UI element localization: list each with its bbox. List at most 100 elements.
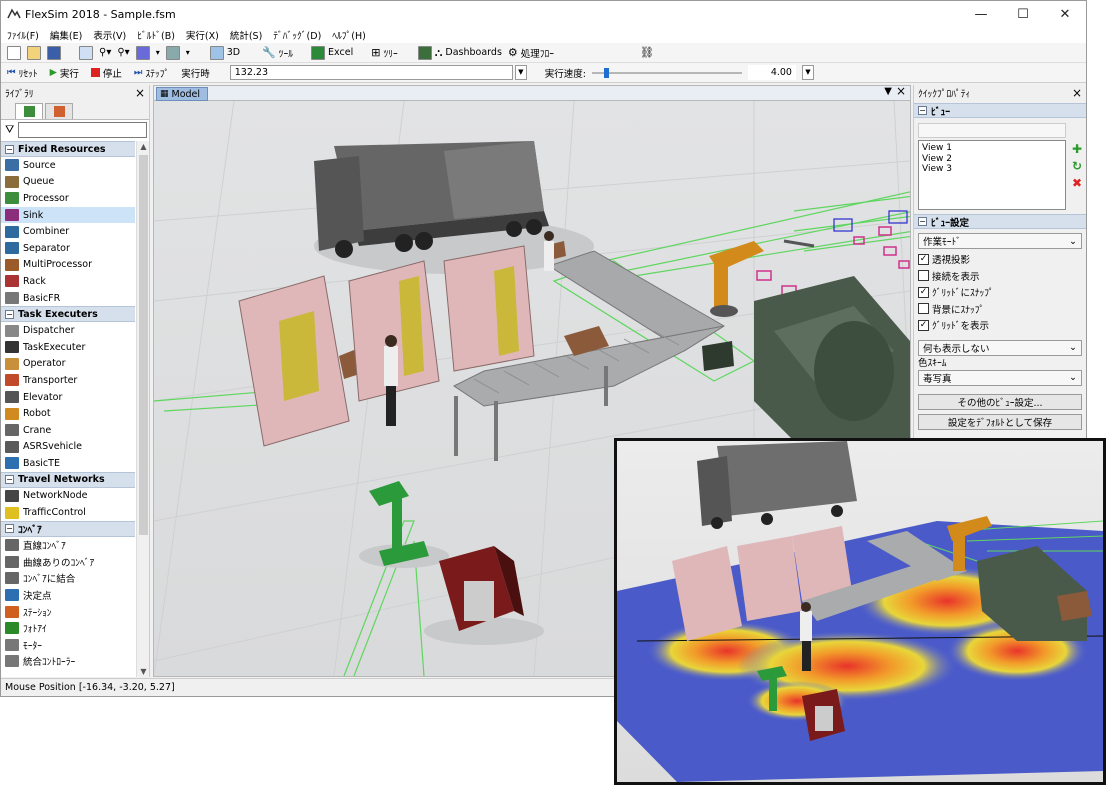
collapse-toggle-icon[interactable]: − bbox=[5, 524, 14, 534]
view-list-item[interactable]: View 3 bbox=[922, 164, 1062, 175]
library-item[interactable]: Elevator bbox=[1, 389, 135, 406]
new-file-icon[interactable] bbox=[7, 45, 21, 60]
checkbox-box[interactable] bbox=[918, 270, 929, 282]
save-icon[interactable] bbox=[47, 45, 61, 60]
menu-execute[interactable]: 実行(X) bbox=[186, 28, 219, 42]
stop-button[interactable]: 停止 bbox=[90, 66, 122, 80]
tree-button[interactable]: ⊞ ﾂﾘｰ bbox=[371, 46, 397, 60]
section-view-header[interactable]: − ﾋﾞｭｰ bbox=[914, 103, 1086, 118]
library-item[interactable]: 曲線ありのｺﾝﾍﾞｱ bbox=[1, 553, 135, 570]
library-item[interactable]: TrafficControl bbox=[1, 504, 135, 521]
save-default-button[interactable]: 設定をﾃﾞﾌｫﾙﾄとして保存 bbox=[918, 413, 1082, 430]
speed-slider[interactable] bbox=[591, 66, 742, 80]
dashboards-button[interactable]: ⛬ Dashboards bbox=[417, 45, 502, 60]
library-item[interactable]: 統合ｺﾝﾄﾛｰﾗｰ bbox=[1, 653, 135, 670]
collapse-toggle-icon[interactable]: − bbox=[5, 475, 14, 485]
menu-build[interactable]: ﾋﾞﾙﾄﾞ(B) bbox=[137, 28, 175, 42]
process-flow-button[interactable]: ⚙ 処理ﾌﾛｰ bbox=[508, 46, 554, 60]
library-item[interactable]: Rack bbox=[1, 273, 135, 290]
snap-to-grid-checkbox[interactable]: ✓ ｸﾞﾘｯﾄﾞにｽﾅｯﾌﾟ bbox=[914, 284, 1086, 301]
checkbox-box[interactable]: ✓ bbox=[918, 319, 929, 331]
menu-debug[interactable]: ﾃﾞﾊﾞｯｸﾞ(D) bbox=[273, 28, 321, 42]
open-folder-icon[interactable] bbox=[27, 45, 41, 60]
library-item[interactable]: ﾓｰﾀｰ bbox=[1, 636, 135, 653]
show-grid-checkbox[interactable]: ✓ ｸﾞﾘｯﾄﾞを表示 bbox=[914, 317, 1086, 334]
library-item[interactable]: Crane bbox=[1, 422, 135, 439]
library-item[interactable]: MultiProcessor bbox=[1, 257, 135, 274]
runtime-field[interactable]: 132.23 bbox=[229, 65, 513, 80]
disconnect-tool-icon[interactable]: ⚲▾ bbox=[117, 47, 129, 58]
view-3d-button[interactable]: 3D bbox=[209, 45, 240, 60]
maximize-button[interactable]: ☐ bbox=[1002, 1, 1044, 27]
library-close-button[interactable]: × bbox=[135, 86, 145, 100]
mode-select[interactable]: 作業ﾓｰﾄﾞ ⌄ bbox=[918, 233, 1082, 249]
menu-help[interactable]: ﾍﾙﾌﾟ(H) bbox=[332, 28, 366, 42]
speed-dropdown[interactable]: ▼ bbox=[801, 65, 814, 80]
collapse-toggle-icon[interactable]: − bbox=[5, 144, 14, 154]
excel-button[interactable]: Excel bbox=[311, 45, 353, 60]
library-item[interactable]: Robot bbox=[1, 405, 135, 422]
library-item[interactable]: BasicTE bbox=[1, 455, 135, 472]
pointer-tool-icon[interactable] bbox=[79, 45, 93, 60]
view-list-item[interactable]: View 1 bbox=[922, 143, 1062, 154]
tab-components[interactable] bbox=[45, 103, 73, 119]
library-item[interactable]: ASRSvehicle bbox=[1, 439, 135, 456]
color-scheme-select[interactable]: 毒写真 ⌄ bbox=[918, 369, 1082, 386]
network-icon[interactable]: ⛓ bbox=[640, 46, 654, 59]
reset-button[interactable]: ⏮ ﾘｾｯﾄ bbox=[7, 66, 38, 80]
library-item[interactable]: ｽﾃｰｼｮﾝ bbox=[1, 603, 135, 620]
library-item[interactable]: BasicFR bbox=[1, 290, 135, 307]
snap-to-background-checkbox[interactable]: 背景にｽﾅｯﾌﾟ bbox=[914, 301, 1086, 318]
library-item[interactable]: 決定点 bbox=[1, 587, 135, 604]
minimize-button[interactable]: — bbox=[960, 1, 1002, 27]
more-view-settings-button[interactable]: その他のﾋﾞｭｰ設定... bbox=[918, 393, 1082, 410]
library-item[interactable]: Dispatcher bbox=[1, 322, 135, 339]
library-scroll-thumb[interactable] bbox=[139, 155, 148, 535]
library-item[interactable]: TaskExecuter bbox=[1, 339, 135, 356]
library-item[interactable]: Queue bbox=[1, 174, 135, 191]
delete-view-icon[interactable]: ✖ bbox=[1070, 176, 1084, 190]
tab-objects[interactable] bbox=[15, 103, 43, 119]
connect-tool-icon[interactable]: ⚲▾ bbox=[99, 47, 111, 58]
show-connections-checkbox[interactable]: 接続を表示 bbox=[914, 268, 1086, 285]
library-item[interactable]: Separator bbox=[1, 240, 135, 257]
library-scrollbar[interactable]: ▲ ▼ bbox=[136, 141, 149, 677]
view-list[interactable]: View 1 View 2 View 3 bbox=[918, 140, 1066, 210]
close-button[interactable]: ✕ bbox=[1044, 1, 1086, 27]
checkbox-box[interactable]: ✓ bbox=[918, 253, 929, 265]
library-category[interactable]: − ｺﾝﾍﾞｱ bbox=[1, 520, 135, 537]
view-list-item[interactable]: View 2 bbox=[922, 154, 1062, 165]
library-item[interactable]: 直線ｺﾝﾍﾞｱ bbox=[1, 537, 135, 554]
tools-button[interactable]: 🔧 ﾂｰﾙ bbox=[262, 46, 293, 60]
run-button[interactable]: ▶ 実行 bbox=[50, 66, 79, 80]
library-item[interactable]: Source bbox=[1, 157, 135, 174]
library-item[interactable]: NetworkNode bbox=[1, 488, 135, 505]
view-close-button[interactable]: × bbox=[896, 84, 906, 98]
menu-edit[interactable]: 編集(E) bbox=[50, 28, 82, 42]
perspective-checkbox[interactable]: ✓ 透視投影 bbox=[914, 251, 1086, 268]
step-button[interactable]: ⏭ ｽﾃｯﾌﾟ bbox=[134, 66, 169, 80]
section-view-settings-header[interactable]: − ﾋﾞｭｰ設定 bbox=[914, 214, 1086, 229]
library-item[interactable]: ﾌｫﾄｱｲ bbox=[1, 620, 135, 637]
refresh-view-icon[interactable]: ↻ bbox=[1070, 159, 1084, 173]
view-name-input[interactable] bbox=[918, 123, 1066, 138]
library-category[interactable]: − Task Executers bbox=[1, 306, 135, 323]
library-item[interactable]: Sink bbox=[1, 206, 135, 224]
tab-model[interactable]: ▦ Model bbox=[156, 87, 208, 101]
checkbox-box[interactable]: ✓ bbox=[918, 286, 929, 298]
collapse-toggle-icon[interactable]: − bbox=[5, 309, 14, 319]
props-close-button[interactable]: × bbox=[1072, 86, 1082, 100]
library-item[interactable]: Combiner bbox=[1, 223, 135, 240]
view-dropdown-icon[interactable]: ▼ bbox=[884, 86, 892, 97]
library-item[interactable]: Operator bbox=[1, 356, 135, 373]
menu-file[interactable]: ﾌｧｲﾙ(F) bbox=[7, 28, 39, 42]
library-item[interactable]: Transporter bbox=[1, 372, 135, 389]
show-select[interactable]: 何も表示しない ⌄ bbox=[918, 339, 1082, 356]
menu-statistics[interactable]: 統計(S) bbox=[230, 28, 262, 42]
scroll-down-icon[interactable]: ▼ bbox=[137, 667, 150, 676]
filter-input[interactable] bbox=[18, 121, 147, 138]
menu-view[interactable]: 表示(V) bbox=[93, 28, 126, 42]
library-item[interactable]: ｺﾝﾍﾞｱに結合 bbox=[1, 570, 135, 587]
library-category[interactable]: − Fixed Resources bbox=[1, 141, 135, 157]
speed-slider-thumb[interactable] bbox=[603, 67, 609, 78]
